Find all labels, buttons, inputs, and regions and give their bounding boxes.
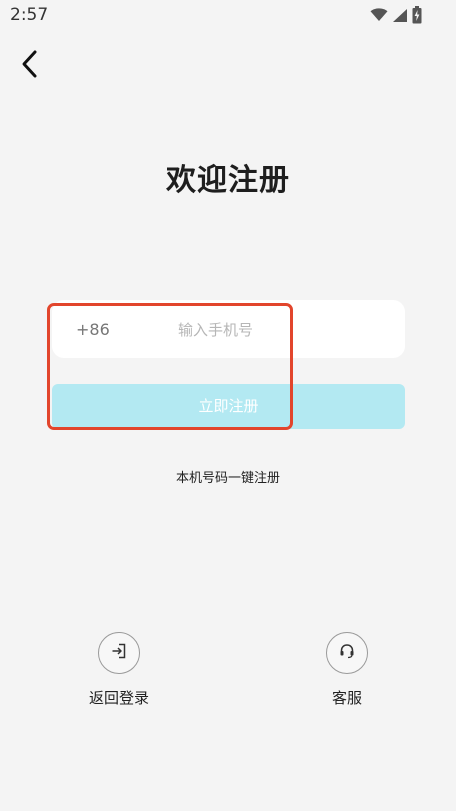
back-to-login-button[interactable]: 返回登录 [59, 632, 179, 708]
back-to-login-icon-circle [98, 632, 140, 674]
headset-icon [338, 642, 356, 664]
signal-icon [392, 8, 408, 23]
wifi-icon [370, 8, 388, 22]
login-arrow-icon [110, 642, 128, 664]
status-bar: 2:57 [0, 0, 456, 30]
back-button[interactable] [14, 50, 46, 82]
battery-charging-icon [412, 6, 422, 24]
customer-service-label: 客服 [331, 689, 362, 707]
customer-service-button[interactable]: 客服 [287, 632, 407, 708]
register-button[interactable]: 立即注册 [52, 384, 405, 429]
status-icons [370, 6, 422, 24]
phone-input[interactable] [178, 314, 388, 346]
country-code[interactable]: +86 [76, 319, 110, 341]
phone-input-container: +86 [52, 300, 405, 358]
status-time: 2:57 [10, 5, 49, 25]
back-to-login-label: 返回登录 [88, 689, 149, 707]
customer-service-icon-circle [326, 632, 368, 674]
one-click-register-link[interactable]: 本机号码一键注册 [0, 467, 456, 486]
chevron-left-icon [20, 49, 40, 83]
page-title: 欢迎注册 [166, 163, 290, 198]
